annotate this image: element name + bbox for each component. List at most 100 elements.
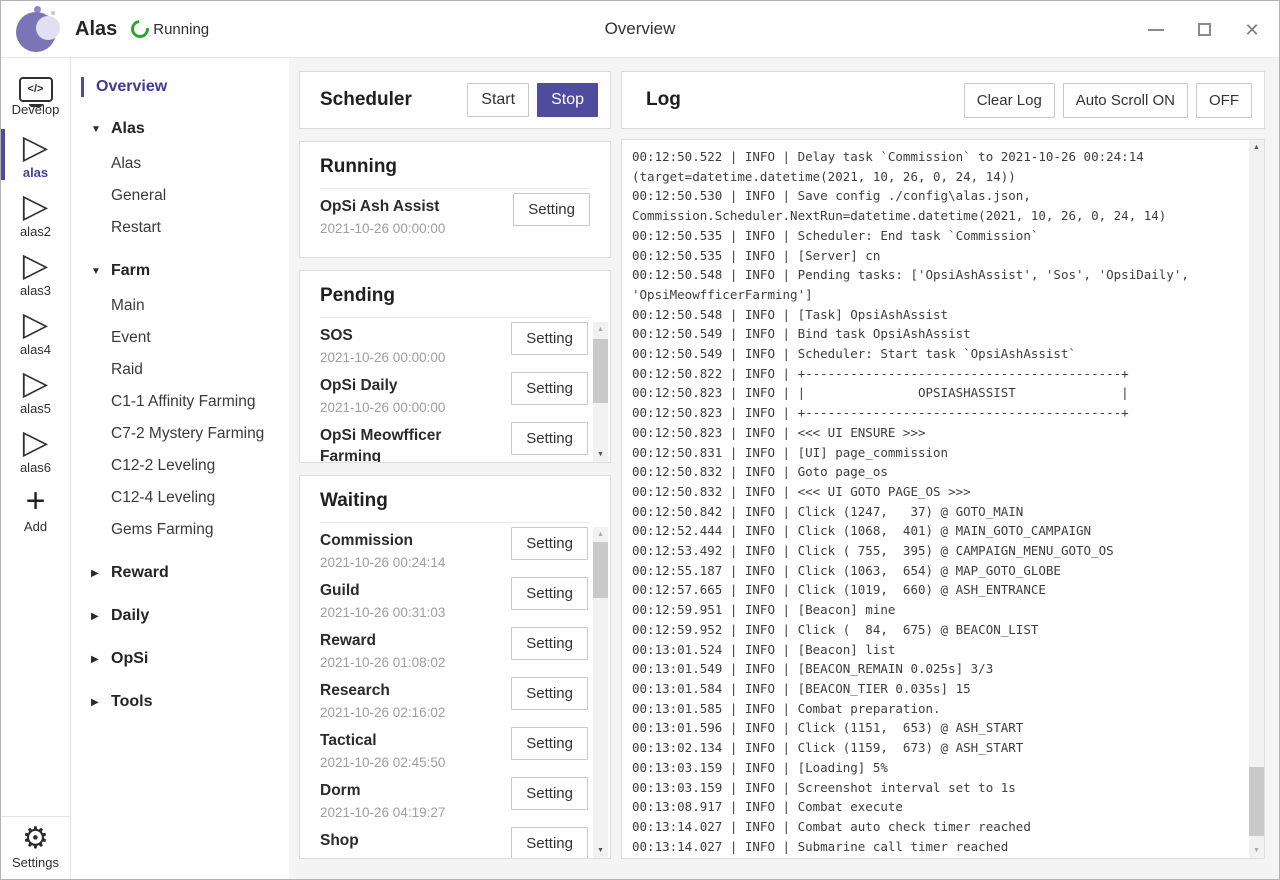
task-setting-button[interactable]: Setting [511,727,588,760]
instance-icon [26,483,46,519]
task-next-run-time: 2021-10-26 00:24:14 [320,551,478,570]
nav-item[interactable]: ▶ Tools [71,686,289,718]
task-setting-button[interactable]: Setting [511,322,588,355]
close-icon: ✕ [1244,21,1259,39]
pending-panel: Pending SOS 2021-10-26 00:00:00 Setting [299,270,611,463]
nav-item[interactable]: Overview [71,72,289,102]
scroll-up-icon[interactable]: ▲ [593,322,608,337]
nav-item[interactable]: General [71,180,289,212]
task-name: OpSi Daily [320,372,478,396]
auto-scroll-on-button[interactable]: Auto Scroll ON [1063,83,1188,118]
log-line: 00:12:50.535 | INFO | [Server] cn [632,246,1239,266]
maximize-button[interactable] [1195,21,1213,39]
nav-item[interactable]: Gems Farming [71,514,289,546]
log-line: 00:12:50.832 | INFO | <<< UI GOTO PAGE_O… [632,482,1239,502]
close-button[interactable]: ✕ [1243,21,1261,39]
sidebar-instance-item[interactable]: Develop [1,66,70,125]
nav-item[interactable]: ▶ OpSi [71,643,289,675]
task-name: OpSi Ash Assist [320,193,478,217]
app-title: Alas [75,18,117,41]
waiting-scrollbar[interactable]: ▲ ▼ [593,527,608,858]
task-setting-button[interactable]: Setting [511,827,588,858]
log-scrollbar[interactable]: ▲ ▼ [1249,140,1264,858]
scroll-thumb[interactable] [593,542,608,598]
stop-button[interactable]: Stop [537,83,598,117]
nav-item[interactable]: Raid [71,354,289,386]
task-setting-button[interactable]: Setting [511,527,588,560]
nav-item[interactable]: Restart [71,212,289,244]
task-row: Reward 2021-10-26 01:08:02 Setting [320,627,588,677]
task-setting-button[interactable]: Setting [511,577,588,610]
scroll-up-icon[interactable]: ▲ [1249,140,1264,155]
log-line: 00:12:50.823 | INFO | | OPSIASHASSIST | [632,383,1239,403]
log-line: 00:13:14.027 | INFO | Combat auto check … [632,817,1239,837]
task-next-run-time: 2021-10-26 00:00:00 [320,346,478,365]
sidebar-instance-item[interactable]: Add [1,479,70,538]
nav-item[interactable]: C12-4 Leveling [71,482,289,514]
task-setting-button[interactable]: Setting [511,777,588,810]
nav-item[interactable]: ▶ Daily [71,600,289,632]
scroll-thumb[interactable] [593,339,608,403]
task-setting-button[interactable]: Setting [511,677,588,710]
nav-expand-icon: ▶ [91,697,103,708]
scheduler-title: Scheduler [320,89,459,111]
task-name: Commission [320,527,478,551]
start-button[interactable]: Start [467,83,529,117]
sidebar-instance-item[interactable]: alas6 [1,420,70,479]
nav-item-label: Overview [96,78,167,96]
task-setting-button[interactable]: Setting [513,193,590,226]
instance-label: alas2 [20,224,51,239]
nav-item[interactable]: Event [71,322,289,354]
instance-label: Add [24,519,47,534]
settings-label: Settings [12,855,59,870]
task-next-run-time: 2021-10-26 00:00:00 [320,217,478,236]
nav-item-label: Restart [111,219,161,237]
task-name: Shop [320,827,478,851]
task-setting-button[interactable]: Setting [511,372,588,405]
instance-icon [23,424,48,460]
log-line: 00:12:50.530 | INFO | Save config ./conf… [632,186,1239,225]
clear-log-button[interactable]: Clear Log [964,83,1055,118]
task-row: Dorm 2021-10-26 04:19:27 Setting [320,777,588,827]
log-line: 00:13:14.027 | INFO | Submarine call tim… [632,837,1239,857]
log-panel-header: Log Clear Log Auto Scroll ON OFF [621,71,1265,129]
task-name: SOS [320,322,478,346]
scroll-down-icon[interactable]: ▼ [1249,843,1264,858]
scroll-down-icon[interactable]: ▼ [593,447,608,462]
log-line: 00:12:50.822 | INFO | +-----------------… [632,364,1239,384]
task-name: Dorm [320,777,478,801]
task-setting-button[interactable]: Setting [511,422,588,455]
auto-scroll-off-button[interactable]: OFF [1196,83,1252,118]
nav-item[interactable]: ▼ Farm [71,255,289,287]
minimize-button[interactable] [1147,21,1165,39]
log-line: 00:12:50.549 | INFO | Scheduler: Start t… [632,344,1239,364]
nav-item[interactable]: C12-2 Leveling [71,450,289,482]
task-setting-button[interactable]: Setting [511,627,588,660]
scroll-thumb[interactable] [1249,767,1264,836]
pending-scrollbar[interactable]: ▲ ▼ [593,322,608,462]
sidebar-item-settings[interactable]: ⚙ Settings [1,816,70,880]
sidebar-instance-item[interactable]: alas2 [1,184,70,243]
nav-item[interactable]: Main [71,290,289,322]
titlebar: Alas Running Overview ✕ [1,1,1279,58]
nav-item[interactable]: C1-1 Affinity Farming [71,386,289,418]
running-title: Running [320,156,590,189]
nav-item[interactable]: ▼ Alas [71,113,289,145]
nav-item-label: Gems Farming [111,521,214,539]
nav-item-label: Reward [111,564,169,582]
nav-item-label: C12-4 Leveling [111,489,215,507]
scroll-up-icon[interactable]: ▲ [593,527,608,542]
sidebar-instance-item[interactable]: alas3 [1,243,70,302]
nav-item[interactable]: C7-2 Mystery Farming [71,418,289,450]
nav-expand-icon: ▶ [91,654,103,665]
sidebar-instance-item[interactable]: alas5 [1,361,70,420]
log-line: 00:12:59.951 | INFO | [Beacon] mine [632,600,1239,620]
instance-icon [23,247,48,283]
sidebar-instance-item[interactable]: alas4 [1,302,70,361]
nav-item[interactable]: Alas [71,148,289,180]
sidebar-instance-item[interactable]: alas [1,125,70,184]
nav-item[interactable]: ▶ Reward [71,557,289,589]
nav-item-label: Main [111,297,145,315]
scroll-down-icon[interactable]: ▼ [593,843,608,858]
log-line: 00:13:01.584 | INFO | [BEACON_TIER 0.035… [632,679,1239,699]
